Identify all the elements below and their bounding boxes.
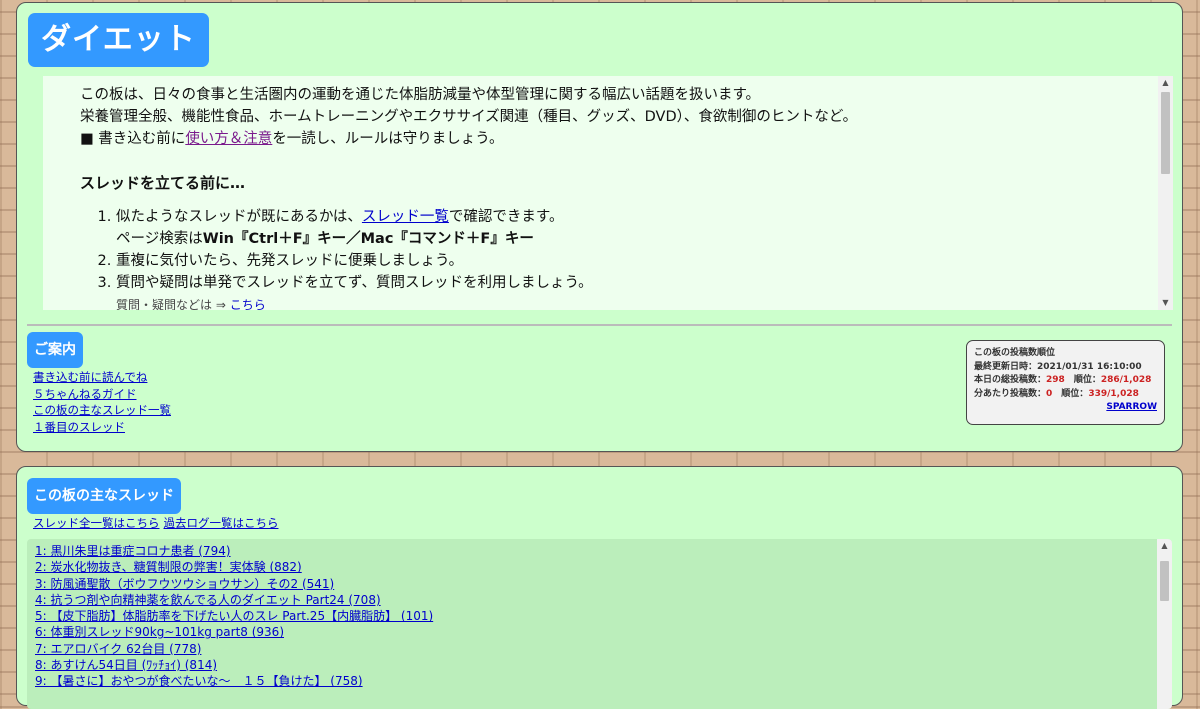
thread-item[interactable]: 5: 【皮下脂肪】体脂肪率を下げたい人のスレ Part.25【内臓脂肪】 (10… <box>35 608 433 624</box>
thread-list: 1: 黒川朱里は重症コロナ患者 (794) 2: 炭水化物抜き、糖質制限の弊害！… <box>35 543 433 690</box>
rules-suffix: を一読し、ルールは守りましょう。 <box>272 131 504 147</box>
label: 順位： <box>1073 375 1101 385</box>
rule-item-1: 似たようなスレッドが既にあるかは、スレッド一覧で確認できます。 ページ検索はWi… <box>116 206 1140 250</box>
thread-list-link[interactable]: スレッド一覧 <box>362 209 449 225</box>
hint-keys: Win『Ctrl＋F』キー／Mac『コマンド＋F』キー <box>202 231 534 247</box>
per-minute-rank-value: 339/1,028 <box>1088 388 1139 399</box>
today-posts-value: 298 <box>1046 375 1065 385</box>
rules-prefix: ■ 書き込む前に <box>80 131 186 147</box>
rule-item-3: 質問や疑問は単発でスレッドを立てず、質問スレッドを利用しましょう。 質問・疑問な… <box>116 272 1140 310</box>
post-ranking-box: この板の投稿数順位 最終更新日時：2021/01/31 16:10:00 本日の… <box>966 340 1165 425</box>
thread-item[interactable]: 7: エアロバイク 62台目 (778) <box>35 641 433 657</box>
label: 分あたり投稿数： <box>974 388 1047 399</box>
question-hint: 質問・疑問などは ⇒ こちら <box>116 294 1140 310</box>
archive-log-link[interactable]: 過去ログ一覧はこちら <box>164 516 279 530</box>
description-line: 栄養管理全般、機能性食品、ホームトレーニングやエクササイズ関連（種目、グッズ、D… <box>80 109 858 125</box>
guide-link-read-first[interactable]: 書き込む前に読んでね <box>33 369 171 386</box>
updated-value: 2021/01/31 16:10:00 <box>1037 361 1142 372</box>
board-description: この板は、日々の食事と生活圏内の運動を通じた体脂肪減量や体型管理に関する幅広い話… <box>43 76 1173 310</box>
usage-notes-link[interactable]: 使い方＆注意 <box>185 131 272 147</box>
description-scrollbar[interactable]: ▲ ▼ <box>1158 76 1173 310</box>
scrollbar-thumb[interactable] <box>1160 561 1169 601</box>
scroll-up-icon[interactable]: ▲ <box>1158 76 1173 90</box>
thread-item[interactable]: 2: 炭水化物抜き、糖質制限の弊害！実体験 (882) <box>35 559 433 575</box>
thread-item[interactable]: 8: あすけん54日目 (ﾜｯﾁｮｲ) (814) <box>35 657 433 673</box>
description-rules-line: ■ 書き込む前に使い方＆注意を一読し、ルールは守りましょう。 <box>80 128 1140 150</box>
label: 最終更新日時： <box>974 361 1038 372</box>
guide-links: 書き込む前に読んでね ５ちゃんねるガイド この板の主なスレッド一覧 １番目のスレ… <box>33 369 171 435</box>
ranking-today: 本日の総投稿数：298 順位：286/1,028 <box>974 374 1157 388</box>
threads-panel: この板の主なスレッド スレッド全一覧はこちら 過去ログ一覧はこちら 1: 黒川朱里… <box>16 466 1183 709</box>
question-thread-link[interactable]: こちら <box>230 298 266 310</box>
thread-item[interactable]: 1: 黒川朱里は重症コロナ患者 (794) <box>35 543 433 559</box>
today-rank-value: 286/1,028 <box>1100 375 1152 385</box>
thread-index-links: スレッド全一覧はこちら 過去ログ一覧はこちら <box>33 515 283 531</box>
thread-item[interactable]: 4: 抗うつ剤や向精神薬を飲んでる人のダイエット Part24 (708) <box>35 592 433 608</box>
ranking-per-minute: 分あたり投稿数：0 順位：339/1,028 <box>974 388 1157 402</box>
ranking-link-row: SPARROW <box>974 401 1157 415</box>
thread-item[interactable]: 3: 防風通聖散（ボウフウツウショウサン）その2 (541) <box>35 576 433 592</box>
board-title: ダイエット <box>28 13 209 67</box>
sparrow-link[interactable]: SPARROW <box>1106 402 1157 412</box>
threads-heading: この板の主なスレッド <box>27 478 181 514</box>
thread-item[interactable]: 6: 体重別スレッド90kg~101kg part8 (936) <box>35 624 433 640</box>
scroll-down-icon[interactable]: ▼ <box>1158 296 1173 310</box>
rule-text: で確認できます。 <box>448 209 564 225</box>
rule-text: 質問や疑問は単発でスレッドを立てず、質問スレッドを利用しましょう。 <box>116 275 593 291</box>
scrollbar-thumb[interactable] <box>1161 92 1170 174</box>
thread-item[interactable]: 9: 【暑さに】おやつが食べたいな～ １５【負けた】 (758) <box>35 673 433 689</box>
guide-heading: ご案内 <box>27 332 83 368</box>
guide-link-first-thread[interactable]: １番目のスレッド <box>33 419 171 436</box>
rule-text: 似たようなスレッドが既にあるかは、 <box>116 209 362 225</box>
hint-text: ページ検索は <box>116 231 203 247</box>
thread-list-box: 1: 黒川朱里は重症コロナ患者 (794) 2: 炭水化物抜き、糖質制限の弊害！… <box>27 539 1172 709</box>
per-minute-value: 0 <box>1046 388 1053 399</box>
rule-item-2: 重複に気付いたら、先発スレッドに便乗しましょう。 <box>116 250 1140 272</box>
label: 本日の総投稿数： <box>974 375 1047 385</box>
description-line: この板は、日々の食事と生活圏内の運動を通じた体脂肪減量や体型管理に関する幅広い話… <box>80 87 761 103</box>
divider <box>27 324 1172 326</box>
ranking-updated: 最終更新日時：2021/01/31 16:10:00 <box>974 361 1157 375</box>
board-description-content: この板は、日々の食事と生活圏内の運動を通じた体脂肪減量や体型管理に関する幅広い話… <box>80 84 1140 310</box>
page-search-hint: ページ検索はWin『Ctrl＋F』キー／Mac『コマンド＋F』キー <box>116 228 1140 250</box>
all-threads-link[interactable]: スレッド全一覧はこちら <box>33 516 160 530</box>
scroll-up-icon[interactable]: ▲ <box>1157 539 1172 553</box>
before-thread-heading: スレッドを立てる前に… <box>80 174 246 192</box>
before-thread-list: 似たようなスレッドが既にあるかは、スレッド一覧で確認できます。 ページ検索はWi… <box>80 206 1140 310</box>
guide-link-5ch-guide[interactable]: ５ちゃんねるガイド <box>33 386 171 403</box>
board-header-panel: ダイエット この板は、日々の食事と生活圏内の運動を通じた体脂肪減量や体型管理に関… <box>16 2 1183 452</box>
hint-text: 質問・疑問などは ⇒ <box>116 298 230 310</box>
ranking-title: この板の投稿数順位 <box>974 348 1056 358</box>
thread-list-scrollbar[interactable]: ▲ <box>1157 539 1172 709</box>
label: 順位： <box>1061 388 1089 399</box>
guide-link-thread-list[interactable]: この板の主なスレッド一覧 <box>33 402 171 419</box>
